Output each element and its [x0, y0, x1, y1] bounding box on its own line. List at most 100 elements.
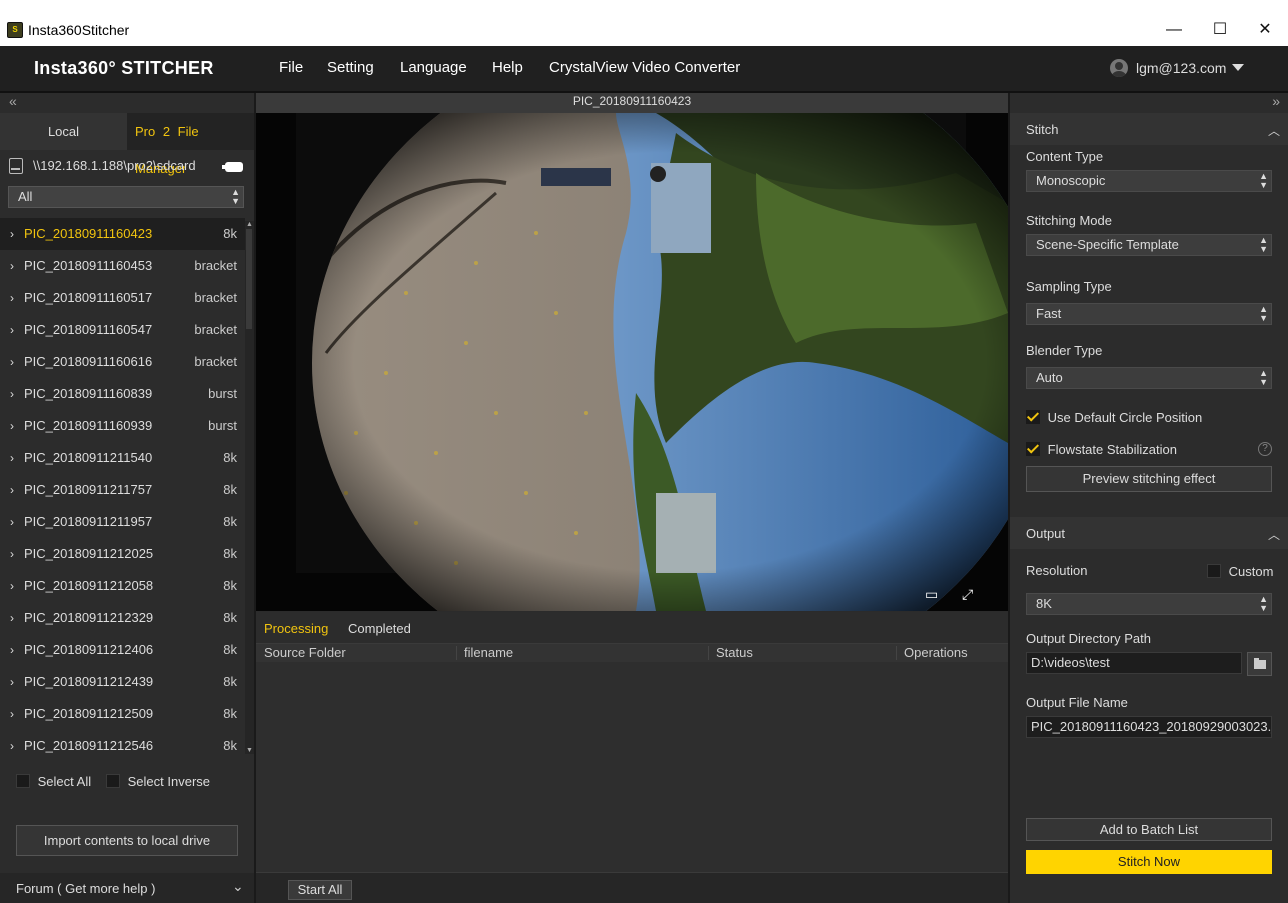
minimize-button[interactable]: —: [1151, 16, 1197, 46]
preview-stitching-button[interactable]: Preview stitching effect: [1026, 466, 1272, 492]
chevron-right-icon[interactable]: ›: [10, 474, 14, 506]
file-name: PIC_20180911211757: [24, 482, 153, 497]
close-button[interactable]: ✕: [1242, 16, 1288, 46]
chevron-right-icon[interactable]: ›: [10, 602, 14, 634]
chevron-right-icon[interactable]: ›: [10, 410, 14, 442]
list-item[interactable]: › PIC_20180911212509 8k: [0, 698, 245, 730]
storage-icon: [9, 158, 23, 174]
chevron-right-icon[interactable]: ›: [10, 538, 14, 570]
divider: [896, 646, 897, 660]
list-item[interactable]: › PIC_20180911160547 bracket: [0, 314, 245, 346]
output-dir-input[interactable]: D:\videos\test: [1026, 652, 1242, 674]
chevron-right-icon[interactable]: ›: [10, 282, 14, 314]
chevron-right-icon[interactable]: ›: [10, 506, 14, 538]
stitch-now-button[interactable]: Stitch Now: [1026, 850, 1272, 874]
list-item[interactable]: › PIC_20180911211540 8k: [0, 442, 245, 474]
file-type-filter[interactable]: All ▲ ▼: [8, 186, 244, 208]
add-to-batch-button[interactable]: Add to Batch List: [1026, 818, 1272, 841]
brand-logo: Insta360° STITCHER: [34, 58, 214, 78]
output-section-header[interactable]: Output ︿: [1010, 517, 1288, 549]
collapse-right-icon[interactable]: »: [1272, 93, 1280, 109]
tab-pro2-file-manager[interactable]: Pro 2 File Manager: [127, 113, 255, 176]
user-menu[interactable]: lgm@123.com: [1110, 59, 1245, 77]
sampling-type-select[interactable]: Fast ▲ ▼: [1026, 303, 1272, 325]
disconnect-plug-icon[interactable]: [222, 162, 243, 172]
tab-processing[interactable]: Processing: [264, 621, 328, 636]
col-status: Status: [716, 645, 753, 660]
chevron-right-icon[interactable]: ›: [10, 442, 14, 474]
list-item[interactable]: › PIC_20180911160517 bracket: [0, 282, 245, 314]
task-bottom-bar: Start All: [256, 872, 1008, 903]
chevron-right-icon[interactable]: ›: [10, 346, 14, 378]
file-name: PIC_20180911212025: [24, 546, 154, 561]
list-item[interactable]: › PIC_20180911212058 8k: [0, 570, 245, 602]
file-type-tag: 8k: [223, 450, 237, 465]
list-item[interactable]: › PIC_20180911212546 8k: [0, 730, 245, 754]
sampling-type-label: Sampling Type: [1026, 279, 1112, 294]
fit-window-icon[interactable]: ▭: [925, 586, 938, 603]
flowstate-checkbox[interactable]: Flowstate Stabilization: [1026, 442, 1177, 457]
divider: [456, 646, 457, 660]
list-item[interactable]: › PIC_20180911160423 8k: [0, 218, 245, 250]
chevron-right-icon[interactable]: ›: [10, 666, 14, 698]
menu-setting[interactable]: Setting: [327, 59, 374, 76]
stitch-section-header[interactable]: Stitch ︿: [1010, 113, 1288, 145]
file-name: PIC_20180911160939: [24, 418, 153, 433]
list-item[interactable]: › PIC_20180911211757 8k: [0, 474, 245, 506]
tab-completed[interactable]: Completed: [348, 621, 411, 636]
file-list-scrollbar[interactable]: ▲ ▼: [245, 221, 254, 754]
list-item[interactable]: › PIC_20180911212025 8k: [0, 538, 245, 570]
col-filename: filename: [464, 645, 514, 660]
list-item[interactable]: › PIC_20180911211957 8k: [0, 506, 245, 538]
chevron-right-icon[interactable]: ›: [10, 698, 14, 730]
chevron-down-icon: ⌄: [232, 878, 244, 894]
list-item[interactable]: › PIC_20180911160839 burst: [0, 378, 245, 410]
menu-file[interactable]: File: [279, 59, 303, 76]
list-item[interactable]: › PIC_20180911160939 burst: [0, 410, 245, 442]
list-item[interactable]: › PIC_20180911212406 8k: [0, 634, 245, 666]
forum-link[interactable]: Forum ( Get more help ) ⌄: [0, 873, 255, 903]
scroll-down-icon[interactable]: ▼: [246, 747, 253, 754]
file-list: › PIC_20180911160423 8k › PIC_20180911160453…: [0, 218, 245, 754]
list-item[interactable]: › PIC_20180911160616 bracket: [0, 346, 245, 378]
scrollbar-thumb[interactable]: [246, 229, 252, 329]
blender-type-label: Blender Type: [1026, 343, 1103, 358]
stitching-mode-select[interactable]: Scene-Specific Template ▲ ▼: [1026, 234, 1272, 256]
help-icon[interactable]: ?: [1258, 442, 1272, 456]
collapse-left-icon[interactable]: «: [9, 93, 17, 109]
list-item[interactable]: › PIC_20180911160453 bracket: [0, 250, 245, 282]
chevron-right-icon[interactable]: ›: [10, 634, 14, 666]
tab-local[interactable]: Local: [0, 113, 127, 150]
custom-resolution-checkbox[interactable]: Custom: [1207, 564, 1273, 579]
use-default-circle-checkbox[interactable]: Use Default Circle Position: [1026, 410, 1202, 425]
select-all-checkbox[interactable]: Select All: [16, 774, 91, 789]
chevron-right-icon[interactable]: ›: [10, 218, 14, 250]
chevron-right-icon[interactable]: ›: [10, 570, 14, 602]
menu-help[interactable]: Help: [492, 59, 523, 76]
scroll-up-icon[interactable]: ▲: [246, 221, 253, 228]
maximize-button[interactable]: ☐: [1197, 16, 1243, 46]
file-type-tag: 8k: [223, 642, 237, 657]
fullscreen-icon[interactable]: ⤢: [962, 586, 973, 603]
content-type-select[interactable]: Monoscopic ▲ ▼: [1026, 170, 1272, 192]
menu-language[interactable]: Language: [400, 59, 467, 76]
start-all-button[interactable]: Start All: [288, 880, 352, 900]
output-filename-input[interactable]: PIC_20180911160423_20180929003023.jpg: [1026, 716, 1272, 738]
chevron-right-icon[interactable]: ›: [10, 314, 14, 346]
file-type-tag: 8k: [223, 546, 237, 561]
fisheye-preview-image[interactable]: ▭ ⤢: [256, 113, 1008, 611]
import-to-local-button[interactable]: Import contents to local drive: [16, 825, 238, 856]
select-inverse-checkbox[interactable]: Select Inverse: [106, 774, 210, 789]
menu-crystalview-converter[interactable]: CrystalView Video Converter: [549, 59, 740, 76]
chevron-right-icon[interactable]: ›: [10, 378, 14, 410]
list-item[interactable]: › PIC_20180911212439 8k: [0, 666, 245, 698]
chevron-right-icon[interactable]: ›: [10, 730, 14, 754]
resolution-select[interactable]: 8K ▲ ▼: [1026, 593, 1272, 615]
chevron-right-icon[interactable]: ›: [10, 250, 14, 282]
flowstate-label: Flowstate Stabilization: [1047, 442, 1177, 457]
list-item[interactable]: › PIC_20180911212329 8k: [0, 602, 245, 634]
checkbox-checked-icon: [1026, 410, 1040, 424]
browse-folder-button[interactable]: [1247, 652, 1272, 676]
blender-type-select[interactable]: Auto ▲ ▼: [1026, 367, 1272, 389]
file-browser-panel: « Local Pro 2 File Manager \\192.168.1.1…: [0, 93, 255, 903]
